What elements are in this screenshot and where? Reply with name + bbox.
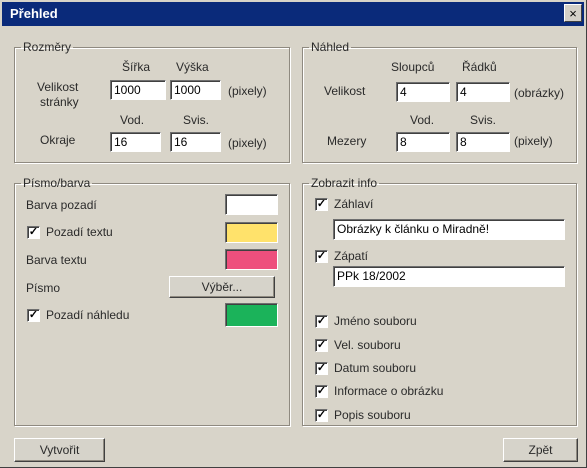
image-info-checkbox[interactable]: ✓ [315, 385, 328, 398]
margin-horizontal-input[interactable]: 16 [110, 132, 161, 152]
font-color-legend: Písmo/barva [23, 176, 91, 190]
columns-input[interactable]: 4 [396, 82, 450, 102]
dimensions-legend: Rozměry [23, 40, 72, 54]
gap-horizontal-label: Vod. [410, 113, 435, 127]
thumbnail-size-unit: (obrázky) [514, 86, 565, 100]
overview-dialog: Přehled × Rozměry Šířka Výška Velikost s… [0, 0, 587, 468]
file-size-checkbox[interactable]: ✓ [315, 339, 328, 352]
gap-horizontal-input[interactable]: 8 [396, 132, 450, 152]
page-height-input[interactable]: 1000 [170, 80, 221, 100]
page-size-label-line1: Velikost [37, 80, 79, 94]
margin-vertical-input[interactable]: 16 [170, 132, 221, 152]
text-background-swatch[interactable] [225, 222, 278, 243]
file-description-checkbox[interactable]: ✓ [315, 409, 328, 422]
file-date-checkbox[interactable]: ✓ [315, 362, 328, 375]
text-color-swatch[interactable] [225, 249, 278, 270]
rows-column-label: Řádků [462, 60, 497, 74]
rows-input[interactable]: 4 [456, 82, 510, 102]
file-name-label: Jméno souboru [334, 314, 417, 328]
create-button[interactable]: Vytvořit [14, 438, 105, 462]
page-size-unit: (pixely) [228, 84, 267, 98]
font-select-button[interactable]: Výběr... [169, 276, 275, 298]
page-width-input[interactable]: 1000 [110, 80, 166, 100]
text-background-label: Pozadí textu [46, 225, 113, 239]
preview-background-checkbox[interactable]: ✓ [27, 309, 40, 322]
height-column-label: Výška [176, 60, 209, 74]
file-date-label: Datum souboru [334, 361, 417, 375]
background-color-swatch[interactable] [225, 194, 278, 215]
gap-vertical-input[interactable]: 8 [456, 132, 510, 152]
page-size-label-line2: stránky [40, 95, 79, 109]
preview-legend: Náhled [311, 40, 350, 54]
file-description-label: Popis souboru [334, 408, 411, 422]
text-color-label: Barva textu [26, 253, 87, 267]
gaps-unit: (pixely) [514, 134, 553, 148]
footer-text-input[interactable]: PPk 18/2002 [333, 266, 565, 287]
footer-label: Zápatí [334, 249, 369, 263]
header-text-input[interactable]: Obrázky k článku o Miradně! [333, 219, 565, 240]
horizontal-column-label: Vod. [120, 113, 145, 127]
file-name-checkbox[interactable]: ✓ [315, 315, 328, 328]
thumbnail-size-label: Velikost [324, 84, 366, 98]
close-button[interactable]: × [564, 4, 582, 22]
columns-column-label: Sloupců [391, 60, 435, 74]
preview-background-label: Pozadí náhledu [46, 308, 130, 322]
back-button[interactable]: Zpět [503, 438, 578, 462]
title-bar: Přehled × [2, 2, 584, 26]
footer-checkbox[interactable]: ✓ [315, 250, 328, 263]
margins-label: Okraje [40, 133, 76, 147]
preview-background-swatch[interactable] [225, 303, 278, 327]
vertical-column-label: Svis. [183, 113, 210, 127]
show-info-legend: Zobrazit info [311, 176, 378, 190]
gaps-label: Mezery [327, 134, 367, 148]
image-info-label: Informace o obrázku [334, 384, 444, 398]
font-label: Písmo [26, 281, 61, 295]
file-size-label: Vel. souboru [334, 338, 401, 352]
header-checkbox[interactable]: ✓ [315, 198, 328, 211]
window-title: Přehled [10, 6, 58, 21]
header-label: Záhlaví [334, 197, 374, 211]
background-color-label: Barva pozadí [26, 198, 97, 212]
margins-unit: (pixely) [228, 136, 267, 150]
width-column-label: Šířka [122, 60, 151, 74]
text-background-checkbox[interactable]: ✓ [27, 226, 40, 239]
gap-vertical-label: Svis. [470, 113, 497, 127]
